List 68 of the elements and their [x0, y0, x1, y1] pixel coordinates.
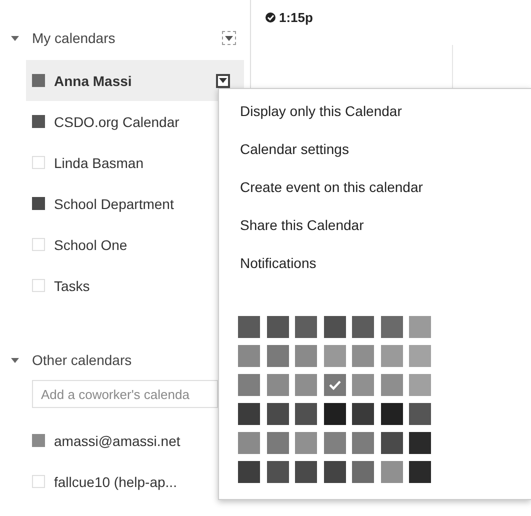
- color-swatch[interactable]: [324, 316, 346, 338]
- caret-icon: [219, 78, 227, 83]
- color-swatch[interactable]: [324, 374, 346, 396]
- color-swatch[interactable]: [409, 403, 431, 425]
- color-swatch[interactable]: [352, 345, 374, 367]
- color-swatch[interactable]: [295, 345, 317, 367]
- color-swatch[interactable]: [324, 461, 346, 483]
- color-swatch[interactable]: [238, 432, 260, 454]
- color-swatch[interactable]: [352, 432, 374, 454]
- dropdown-button[interactable]: [222, 31, 236, 45]
- section-title[interactable]: My calendars: [32, 30, 222, 46]
- calendar-checkbox[interactable]: [32, 156, 45, 169]
- color-swatch[interactable]: [238, 316, 260, 338]
- color-swatch[interactable]: [409, 461, 431, 483]
- menu-item[interactable]: Share this Calendar: [240, 217, 364, 233]
- color-swatch[interactable]: [266, 403, 288, 425]
- color-swatch[interactable]: [380, 374, 402, 396]
- color-swatch[interactable]: [380, 432, 402, 454]
- color-swatch[interactable]: [380, 461, 402, 483]
- color-swatch[interactable]: [266, 432, 288, 454]
- color-swatch[interactable]: [409, 374, 431, 396]
- add-calendar-field[interactable]: Add a coworker's calenda: [32, 380, 218, 408]
- color-swatch[interactable]: [238, 345, 260, 367]
- calendar-checkbox[interactable]: [32, 115, 45, 128]
- event-dot-icon: [265, 12, 276, 23]
- collapse-arrow-icon[interactable]: [10, 355, 20, 365]
- calendar-checkbox[interactable]: [32, 238, 45, 251]
- color-swatch[interactable]: [409, 345, 431, 367]
- color-swatch[interactable]: [295, 432, 317, 454]
- color-swatch[interactable]: [295, 374, 317, 396]
- color-swatch[interactable]: [238, 461, 260, 483]
- color-swatch[interactable]: [324, 432, 346, 454]
- calendar-checkbox[interactable]: [32, 279, 45, 292]
- caret-icon: [225, 36, 233, 40]
- calendar-item[interactable]: Anna Massi: [26, 60, 244, 101]
- color-swatch[interactable]: [295, 316, 317, 338]
- color-swatch[interactable]: [380, 345, 402, 367]
- menu-item[interactable]: Create event on this calendar: [240, 179, 423, 195]
- color-swatch[interactable]: [352, 403, 374, 425]
- color-swatch[interactable]: [266, 374, 288, 396]
- color-swatch[interactable]: [238, 403, 260, 425]
- color-swatch[interactable]: [295, 403, 317, 425]
- color-swatch[interactable]: [409, 316, 431, 338]
- calendar-checkbox[interactable]: [32, 74, 45, 87]
- color-swatch[interactable]: [295, 461, 317, 483]
- color-swatch[interactable]: [266, 316, 288, 338]
- color-swatch[interactable]: [352, 374, 374, 396]
- calendar-checkbox[interactable]: [32, 475, 45, 488]
- menu-item[interactable]: Calendar settings: [240, 141, 349, 157]
- collapse-arrow-icon[interactable]: [10, 33, 20, 43]
- dropdown-button[interactable]: [216, 74, 230, 88]
- calendar-checkbox[interactable]: [32, 197, 45, 210]
- menu-item[interactable]: Notifications: [240, 255, 316, 271]
- checkmark-icon: [328, 380, 340, 390]
- color-swatch[interactable]: [352, 316, 374, 338]
- color-swatch[interactable]: [324, 403, 346, 425]
- event-time[interactable]: 1:15p: [279, 10, 313, 25]
- color-swatch[interactable]: [352, 461, 374, 483]
- color-swatch[interactable]: [324, 345, 346, 367]
- calendar-name[interactable]: Anna Massi: [54, 72, 216, 88]
- color-swatch[interactable]: [238, 374, 260, 396]
- color-swatch[interactable]: [266, 345, 288, 367]
- color-swatch[interactable]: [380, 316, 402, 338]
- menu-item[interactable]: Display only this Calendar: [240, 103, 402, 119]
- color-swatch[interactable]: [380, 403, 402, 425]
- color-swatch[interactable]: [409, 432, 431, 454]
- color-swatch[interactable]: [266, 461, 288, 483]
- calendar-checkbox[interactable]: [32, 434, 45, 447]
